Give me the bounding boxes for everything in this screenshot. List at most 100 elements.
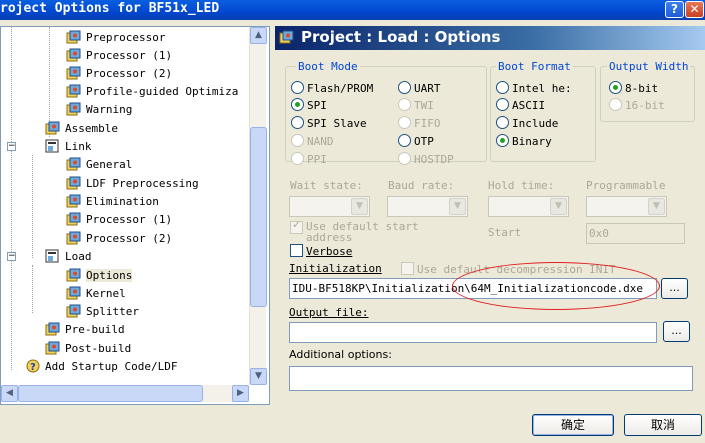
wizard-icon: ? <box>25 359 41 373</box>
radio-binary[interactable]: Binary <box>496 134 552 148</box>
gear-icon <box>66 286 82 300</box>
tree-item-profile-guided[interactable]: Profile-guided Optimiza <box>66 83 238 101</box>
tree-item-warning[interactable]: Warning <box>66 101 132 119</box>
panel-title: Project : Load : Options <box>301 28 501 46</box>
tree-line <box>32 155 33 258</box>
radio-icon <box>398 116 411 129</box>
radio-ppi: PPI <box>291 152 327 166</box>
tree-item-ldf-preprocessing[interactable]: LDF Preprocessing <box>66 175 199 193</box>
programmable-label: Programmable <box>586 179 666 192</box>
radio-ascii[interactable]: ASCII <box>496 98 545 112</box>
ok-button[interactable]: 确定 <box>532 414 614 436</box>
initialization-file-field[interactable]: IDU-BF518KP\Initialization\64M_Initializ… <box>289 278 657 299</box>
chevron-down-icon: ▼ <box>550 198 567 215</box>
options-tree[interactable]: Preprocessor Processor (1) Processor (2)… <box>0 26 270 405</box>
radio-icon <box>496 134 509 147</box>
scroll-thumb[interactable] <box>18 385 203 402</box>
hold-time-label: Hold time: <box>488 179 555 192</box>
gear-icon <box>66 176 82 190</box>
gear-icon <box>66 304 82 318</box>
radio-16-bit: 16-bit <box>609 98 665 112</box>
output-file-browse-button[interactable]: ... <box>663 321 690 342</box>
folder-icon <box>45 249 61 263</box>
start-label: Start <box>488 226 522 239</box>
radio-uart[interactable]: UART <box>398 81 441 95</box>
title-bar: roject Options for BF51x_LED ? ✕ <box>0 0 705 20</box>
radio-icon <box>496 98 509 111</box>
tree-item-kernel[interactable]: Kernel <box>66 285 126 303</box>
scroll-left-arrow-icon[interactable]: ◀ <box>1 385 18 402</box>
radio-icon <box>496 81 509 94</box>
checkbox-icon <box>401 262 414 275</box>
radio-icon <box>398 152 411 165</box>
tree-item-splitter[interactable]: Splitter <box>66 303 139 321</box>
tree-item-assemble[interactable]: Assemble <box>45 120 118 138</box>
tree-item-link-processor-1[interactable]: Processor (1) <box>66 211 172 229</box>
radio-fifo: FIFO <box>398 116 441 130</box>
radio-flash-prom[interactable]: Flash/PROM <box>291 81 373 95</box>
collapse-load-button[interactable]: − <box>7 252 16 261</box>
programmable-combo: ▼ <box>586 196 667 217</box>
gear-icon <box>66 48 82 62</box>
tree-horizontal-scrollbar[interactable]: ◀ ▶ <box>1 385 249 402</box>
panel-header: Project : Load : Options <box>275 26 705 50</box>
initialization-label: Initialization <box>289 262 382 275</box>
gear-icon <box>66 84 82 98</box>
tree-item-preprocessor[interactable]: Preprocessor <box>66 29 165 47</box>
hold-time-combo: ▼ <box>488 196 569 217</box>
tree-item-load[interactable]: Load <box>45 248 92 266</box>
output-file-field[interactable] <box>289 322 657 343</box>
scroll-down-arrow-icon[interactable]: ▼ <box>250 368 267 385</box>
gear-icon <box>66 194 82 208</box>
tree-item-link-processor-2[interactable]: Processor (2) <box>66 230 172 248</box>
output-width-group: Output Width 8-bit 16-bit <box>600 60 695 122</box>
tree-item-elimination[interactable]: Elimination <box>66 193 159 211</box>
radio-8-bit[interactable]: 8-bit <box>609 81 658 95</box>
gear-icon <box>66 231 82 245</box>
baud-rate-label: Baud rate: <box>388 179 455 192</box>
collapse-link-button[interactable]: − <box>7 142 16 151</box>
checkbox-icon <box>290 221 303 234</box>
svg-text:?: ? <box>30 362 36 373</box>
gear-icon <box>66 157 82 171</box>
radio-icon <box>609 98 622 111</box>
radio-icon <box>291 116 304 129</box>
verbose-checkbox[interactable]: Verbose <box>290 244 352 258</box>
wait-state-combo: ▼ <box>289 196 370 217</box>
tree-item-link[interactable]: Link <box>45 138 92 156</box>
radio-nand: NAND <box>291 134 334 148</box>
baud-rate-combo: ▼ <box>387 196 468 217</box>
tree-line <box>32 265 33 313</box>
radio-icon <box>496 116 509 129</box>
radio-spi[interactable]: SPI <box>291 98 327 112</box>
close-button[interactable]: ✕ <box>685 1 704 18</box>
tree-item-post-build[interactable]: Post-build <box>45 340 131 358</box>
radio-icon <box>398 134 411 147</box>
gear-icon <box>45 121 61 135</box>
radio-icon <box>609 81 622 94</box>
additional-options-field[interactable] <box>289 366 693 391</box>
scroll-up-arrow-icon[interactable]: ▲ <box>250 27 267 44</box>
tree-item-options[interactable]: Options <box>66 267 133 285</box>
radio-icon <box>291 152 304 165</box>
cancel-button[interactable]: 取消 <box>624 414 702 436</box>
tree-item-add-startup-code[interactable]: ? Add Startup Code/LDF <box>25 358 177 376</box>
output-width-legend: Output Width <box>607 60 691 73</box>
radio-hostdp: HOSTDP <box>398 152 454 166</box>
tree-item-processor-1[interactable]: Processor (1) <box>66 47 172 65</box>
tree-item-pre-build[interactable]: Pre-build <box>45 321 125 339</box>
radio-intel-hex[interactable]: Intel he: <box>496 81 572 95</box>
radio-otp[interactable]: OTP <box>398 134 434 148</box>
initialization-browse-button[interactable]: ... <box>661 278 688 299</box>
window-title: roject Options for BF51x_LED <box>0 1 220 16</box>
scroll-right-arrow-icon[interactable]: ▶ <box>232 385 249 402</box>
tree-item-processor-2[interactable]: Processor (2) <box>66 65 172 83</box>
tree-item-general[interactable]: General <box>66 156 132 174</box>
scroll-thumb[interactable] <box>250 127 267 307</box>
radio-spi-slave[interactable]: SPI Slave <box>291 116 367 130</box>
boot-mode-group: Boot Mode Flash/PROM SPI SPI Slave NAND … <box>285 60 487 166</box>
tree-vertical-scrollbar[interactable]: ▲ ▼ <box>249 27 267 385</box>
radio-include[interactable]: Include <box>496 116 558 130</box>
help-button[interactable]: ? <box>665 1 684 18</box>
chevron-down-icon: ▼ <box>648 198 665 215</box>
